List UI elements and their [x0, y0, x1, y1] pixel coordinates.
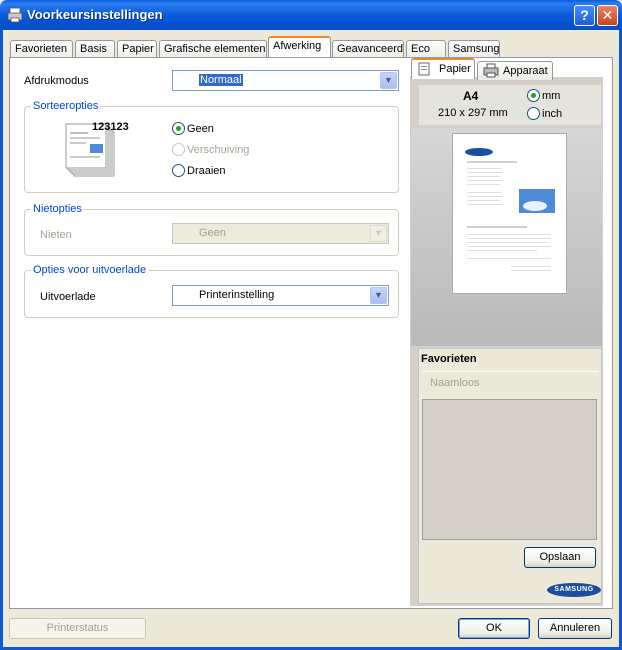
tab-basis[interactable]: Basis [75, 40, 115, 58]
collate-legend: Sorteeropties [31, 100, 101, 112]
paper-size-box [419, 85, 601, 125]
collate-option-geen[interactable]: Geen [172, 122, 214, 135]
print-mode-select[interactable]: Normaal ▼ [172, 70, 399, 91]
staple-legend: Nietopties [31, 203, 84, 215]
paper-icon [418, 62, 430, 76]
close-icon: ✕ [601, 7, 614, 23]
tab-papier[interactable]: Papier [117, 40, 157, 58]
radio-icon [527, 107, 540, 120]
print-mode-label: Afdrukmodus [24, 75, 89, 87]
output-tray-value: Printerinstelling [199, 289, 275, 301]
radio-selected-icon [527, 89, 540, 102]
radio-icon [172, 143, 185, 156]
radio-selected-icon [172, 122, 185, 135]
chevron-down-icon: ▼ [380, 72, 397, 89]
preview-tab-apparaat[interactable]: Apparaat [477, 61, 553, 80]
output-tray-label: Uitvoerlade [40, 291, 96, 303]
paper-size-name: A4 [463, 89, 479, 103]
close-button[interactable]: ✕ [597, 5, 618, 26]
staple-select: Geen ▼ [172, 223, 389, 244]
tab-samsung[interactable]: Samsung [448, 40, 500, 58]
tab-eco[interactable]: Eco [406, 40, 446, 58]
output-tray-select[interactable]: Printerinstelling ▼ [172, 285, 389, 306]
help-icon: ? [580, 7, 589, 23]
title-bar[interactable]: Voorkeursinstellingen ? ✕ [0, 0, 622, 30]
cancel-button[interactable]: Annuleren [538, 618, 612, 639]
tab-afwerking[interactable]: Afwerking [268, 36, 331, 57]
chevron-down-icon: ▼ [370, 225, 387, 242]
ok-button[interactable]: OK [458, 618, 530, 639]
samsung-logo: SAMSUNG [547, 583, 601, 597]
tab-geavanceerd[interactable]: Geavanceerd [332, 40, 404, 58]
staple-value: Geen [199, 227, 226, 239]
window-title: Voorkeursinstellingen [27, 7, 163, 22]
tab-favorieten[interactable]: Favorieten [10, 40, 73, 58]
print-mode-value: Normaal [199, 74, 243, 86]
collate-preview-number: 123123 [92, 121, 129, 133]
chevron-down-icon: ▼ [370, 287, 387, 304]
tab-grafische-elementen[interactable]: Grafische elementen [159, 40, 267, 58]
collate-option-verschuiving: Verschuiving [172, 143, 249, 156]
printer-icon [483, 63, 499, 78]
save-favorite-button[interactable]: Opslaan [524, 547, 596, 568]
help-button[interactable]: ? [574, 5, 595, 26]
favorites-list[interactable] [422, 399, 597, 540]
paper-size-dimensions: 210 x 297 mm [438, 107, 508, 119]
preview-page [452, 133, 567, 294]
printer-icon [7, 7, 23, 23]
unit-option-inch[interactable]: inch [527, 107, 562, 120]
preview-tab-papier[interactable]: Papier [411, 58, 475, 79]
unit-option-mm[interactable]: mm [527, 89, 560, 102]
favorites-name-input[interactable]: Naamloos [422, 371, 598, 393]
staple-label: Nieten [40, 229, 72, 241]
radio-icon [172, 164, 185, 177]
favorites-title: Favorieten [421, 353, 477, 365]
output-tray-legend: Opties voor uitvoerlade [31, 264, 149, 276]
collate-option-draaien[interactable]: Draaien [172, 164, 226, 177]
preview-page-content-icon [465, 148, 555, 271]
printer-status-button: Printerstatus [9, 618, 146, 639]
